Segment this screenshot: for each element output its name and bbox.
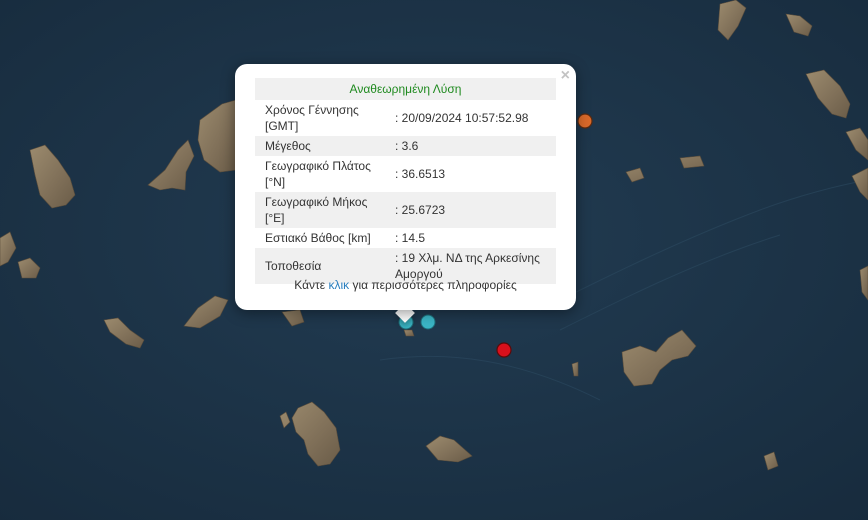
- row-value-magnitude: : 3.6: [391, 136, 556, 156]
- row-value-longitude: : 25.6723: [391, 192, 556, 228]
- row-label-origin-time: Χρόνος Γέννησης [GMT]: [265, 103, 359, 133]
- quake-marker-red[interactable]: [496, 342, 512, 358]
- earthquake-info-table: Αναθεωρημένη Λύση Χρόνος Γέννησης [GMT] …: [255, 78, 556, 284]
- more-info-suffix: για περισσότερες πληροφορίες: [349, 278, 517, 292]
- island-tiny-2: [403, 329, 415, 337]
- row-label-depth: Εστιακό Βάθος [km]: [265, 231, 371, 245]
- row-value-origin-time: : 20/09/2024 10:57:52.98: [395, 111, 529, 125]
- row-label-longitude: Γεωγραφικό Μήκος [°E]: [255, 192, 391, 228]
- quake-marker-cyan-2[interactable]: [420, 314, 436, 330]
- earthquake-popup: × Αναθεωρημένη Λύση Χρόνος Γέννησης [GMT…: [235, 64, 576, 310]
- more-info-link[interactable]: κλικ: [328, 278, 349, 292]
- row-value-latitude: : 36.6513: [395, 167, 446, 181]
- close-icon[interactable]: ×: [561, 67, 570, 85]
- row-label-magnitude: Μέγεθος: [255, 136, 391, 156]
- popup-title: Αναθεωρημένη Λύση: [255, 78, 556, 100]
- quake-marker-orange[interactable]: [577, 113, 593, 129]
- row-value-depth: : 14.5: [395, 231, 426, 245]
- more-info-prefix: Κάντε: [294, 278, 329, 292]
- more-info-line: Κάντε κλικ για περισσότερες πληροφορίες: [235, 278, 576, 292]
- row-label-latitude: Γεωγραφικό Πλάτος [°N]: [265, 159, 371, 189]
